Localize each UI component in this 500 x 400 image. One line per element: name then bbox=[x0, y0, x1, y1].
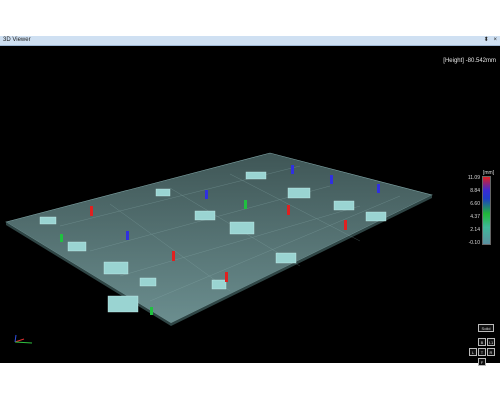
component-block bbox=[107, 295, 139, 313]
axis-triad-icon bbox=[14, 334, 33, 344]
scale-label: 11.09 bbox=[467, 175, 480, 181]
component-block bbox=[155, 188, 171, 197]
pin-icon[interactable]: ⬍ bbox=[484, 37, 489, 43]
component-block bbox=[275, 252, 297, 264]
component-block bbox=[287, 187, 311, 199]
component-block bbox=[194, 210, 216, 221]
component-block bbox=[39, 216, 57, 225]
component-block bbox=[67, 241, 87, 252]
view-back-button[interactable]: B bbox=[478, 338, 486, 346]
3d-viewport[interactable]: [Height] -80.542mm [mm] 11.09 8.84 6.60 … bbox=[0, 46, 500, 366]
component-block bbox=[365, 211, 387, 222]
height-readout: [Height] -80.542mm bbox=[443, 58, 496, 64]
component-block bbox=[211, 279, 227, 290]
scale-label: 8.84 bbox=[470, 188, 480, 194]
viewer-window: 3D Viewer ⬍ × [Height] -80.542mm [mm] 11… bbox=[0, 36, 500, 366]
component-block bbox=[103, 261, 129, 275]
board-surface bbox=[5, 152, 433, 324]
view-left-button[interactable]: L bbox=[469, 348, 477, 356]
title-bar-buttons: ⬍ × bbox=[481, 36, 497, 45]
view-top-button[interactable]: T bbox=[478, 348, 486, 356]
window-title: 3D Viewer bbox=[3, 37, 31, 43]
component-block bbox=[245, 171, 267, 180]
view-controls: Solid B I.1 L T R F bbox=[469, 324, 500, 374]
component-block bbox=[333, 200, 355, 211]
pcb-3d-render bbox=[5, 152, 433, 326]
color-scale-bar bbox=[482, 176, 491, 245]
close-icon[interactable]: × bbox=[493, 37, 497, 43]
component-block bbox=[139, 277, 157, 287]
scale-label: 4.37 bbox=[470, 214, 480, 220]
scale-label: -0.10 bbox=[468, 240, 480, 246]
component-block bbox=[229, 221, 255, 235]
view-iso-button[interactable]: I.1 bbox=[487, 338, 495, 346]
view-right-button[interactable]: R bbox=[487, 348, 495, 356]
view-front-button[interactable]: F bbox=[478, 358, 486, 366]
scale-label: 2.14 bbox=[470, 227, 480, 233]
color-scale-legend: [mm] 11.09 8.84 6.60 4.37 2.14 -0.10 bbox=[460, 170, 500, 250]
solid-toggle-button[interactable]: Solid bbox=[478, 324, 494, 332]
scale-label: 6.60 bbox=[470, 201, 480, 207]
title-bar: 3D Viewer ⬍ × bbox=[0, 36, 500, 46]
